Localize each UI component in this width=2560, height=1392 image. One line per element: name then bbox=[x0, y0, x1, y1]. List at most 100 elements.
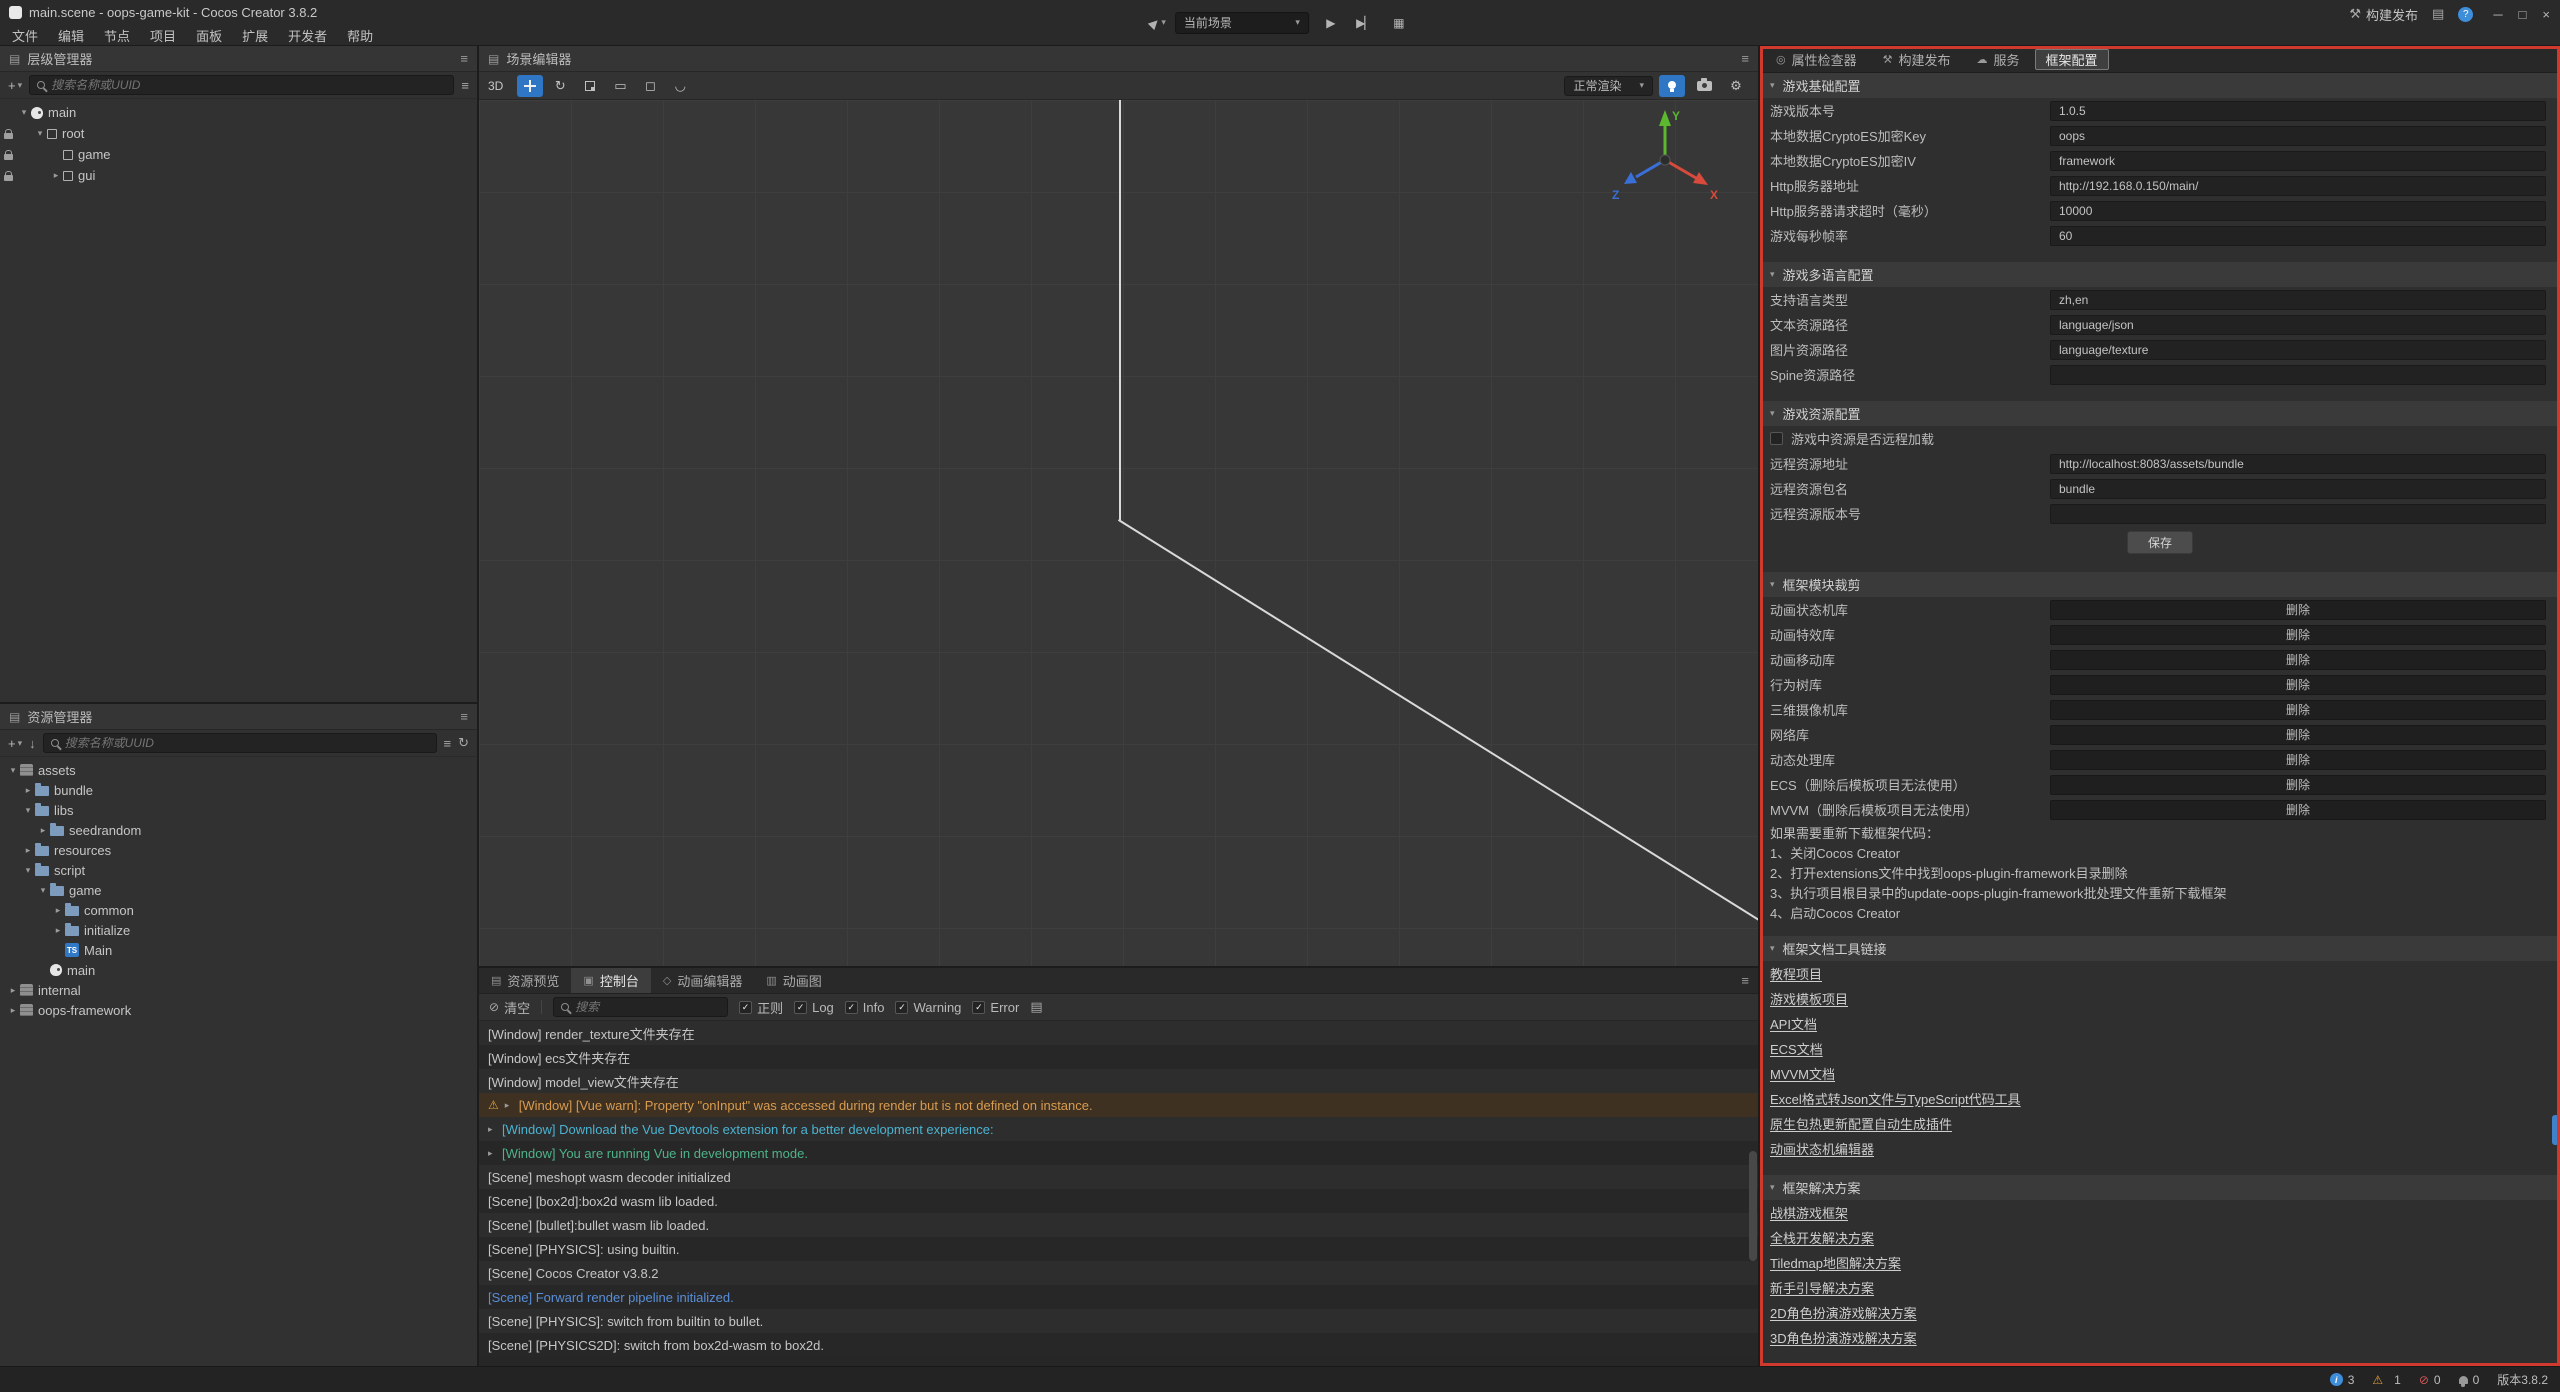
menu-item[interactable]: 开发者 bbox=[278, 25, 337, 46]
move-tool-button[interactable] bbox=[517, 75, 543, 97]
preview-platform-button[interactable]: ▶ ▾ bbox=[1149, 16, 1166, 30]
refresh-icon[interactable]: ↻ bbox=[458, 735, 469, 751]
asset-node[interactable]: ▾libs bbox=[0, 800, 477, 820]
inspector-tab-框架配置[interactable]: 框架配置 bbox=[2035, 49, 2109, 70]
console-tab-动画图[interactable]: ▥动画图 bbox=[754, 968, 833, 993]
delete-button[interactable]: 删除 bbox=[2050, 775, 2546, 795]
render-mode-select[interactable]: 正常渲染 ▾ bbox=[1564, 76, 1653, 96]
checkbox[interactable]: ✓ bbox=[895, 1001, 908, 1014]
close-button[interactable]: × bbox=[2542, 7, 2550, 22]
add-node-button[interactable]: + ▾ bbox=[8, 78, 22, 93]
layout-button[interactable]: ▦ bbox=[1386, 12, 1411, 34]
menu-item[interactable]: 文件 bbox=[2, 25, 48, 46]
section-header[interactable]: ▾框架文档工具链接 bbox=[1760, 936, 2560, 961]
light-toggle-button[interactable] bbox=[1659, 75, 1685, 97]
help-icon[interactable]: ? bbox=[2458, 7, 2473, 22]
property-input[interactable] bbox=[2050, 176, 2546, 196]
property-input[interactable] bbox=[2050, 226, 2546, 246]
inspector-tab-服务[interactable]: ☁服务 bbox=[1966, 49, 2031, 70]
delete-button[interactable]: 删除 bbox=[2050, 800, 2546, 820]
mode-3d-button[interactable]: 3D bbox=[488, 79, 503, 93]
property-input[interactable] bbox=[2050, 504, 2546, 524]
menu-item[interactable]: 帮助 bbox=[337, 25, 383, 46]
asset-node[interactable]: ▸bundle bbox=[0, 780, 477, 800]
expand-arrow-icon[interactable]: ▸ bbox=[51, 925, 65, 936]
console-filter-Log[interactable]: ✓Log bbox=[794, 1000, 834, 1015]
doc-link[interactable]: 教程项目 bbox=[1770, 961, 1822, 986]
scene-menu-icon[interactable]: ≡ bbox=[1741, 51, 1749, 66]
menu-item[interactable]: 项目 bbox=[140, 25, 186, 46]
doc-link[interactable]: ECS文档 bbox=[1770, 1036, 1823, 1061]
menu-item[interactable]: 扩展 bbox=[232, 25, 278, 46]
notification-counter[interactable]: 0 bbox=[2459, 1373, 2480, 1387]
section-header[interactable]: ▾游戏多语言配置 bbox=[1760, 262, 2560, 287]
console-filter-正则[interactable]: ✓正则 bbox=[739, 998, 783, 1017]
solution-link[interactable]: 全栈开发解决方案 bbox=[1770, 1225, 1874, 1250]
build-publish-button[interactable]: ⚒ 构建发布 bbox=[2349, 5, 2418, 24]
checkbox[interactable]: ✓ bbox=[845, 1001, 858, 1014]
export-log-icon[interactable]: ▤ bbox=[1030, 999, 1042, 1015]
expand-arrow-icon[interactable]: ▸ bbox=[6, 1005, 20, 1016]
console-search-input[interactable] bbox=[575, 1000, 720, 1014]
checkbox[interactable]: ✓ bbox=[972, 1001, 985, 1014]
doc-link[interactable]: 原生包热更新配置自动生成插件 bbox=[1770, 1111, 1952, 1136]
rect-tool-button[interactable]: ▭ bbox=[607, 75, 633, 97]
console-filter-Error[interactable]: ✓Error bbox=[972, 1000, 1019, 1015]
doc-link[interactable]: 游戏模板项目 bbox=[1770, 986, 1848, 1011]
snapshot-icon[interactable]: ▤ bbox=[2432, 6, 2444, 22]
asset-node[interactable]: ▸common bbox=[0, 900, 477, 920]
scene-select[interactable]: 当前场景 ▾ bbox=[1175, 12, 1309, 34]
assets-search-input[interactable] bbox=[65, 736, 429, 750]
doc-link[interactable]: 动画状态机编辑器 bbox=[1770, 1136, 1874, 1161]
add-asset-button[interactable]: + ▾ bbox=[8, 736, 22, 751]
log-row[interactable]: [Scene] [bullet]:bullet wasm lib loaded. bbox=[479, 1213, 1758, 1237]
expand-arrow-icon[interactable]: ▸ bbox=[51, 905, 65, 916]
property-input[interactable] bbox=[2050, 454, 2546, 474]
gizmo-pivot-button[interactable]: ◻ bbox=[637, 75, 663, 97]
step-button[interactable]: ▶▏ bbox=[1352, 12, 1377, 34]
delete-button[interactable]: 删除 bbox=[2050, 625, 2546, 645]
expand-arrow-icon[interactable]: ▸ bbox=[21, 845, 35, 856]
log-row[interactable]: [Window] ecs文件夹存在 bbox=[479, 1045, 1758, 1069]
log-row[interactable]: ▸[Window] You are running Vue in develop… bbox=[479, 1141, 1758, 1165]
solution-link[interactable]: 3D角色扮演游戏解决方案 bbox=[1770, 1325, 1917, 1350]
property-input[interactable] bbox=[2050, 340, 2546, 360]
lock-icon[interactable] bbox=[4, 133, 13, 139]
log-row[interactable]: [Scene] [PHYSICS]: switch from builtin t… bbox=[479, 1309, 1758, 1333]
inspector-tab-构建发布[interactable]: ⚒构建发布 bbox=[1872, 49, 1962, 70]
minimize-button[interactable]: ─ bbox=[2493, 7, 2502, 22]
section-header[interactable]: ▾框架解决方案 bbox=[1760, 1175, 2560, 1200]
log-row[interactable]: [Scene] meshopt wasm decoder initialized bbox=[479, 1165, 1758, 1189]
asset-node[interactable]: ▾script bbox=[0, 860, 477, 880]
collapse-arrow-icon[interactable]: ▸ bbox=[488, 1124, 502, 1135]
menu-item[interactable]: 节点 bbox=[94, 25, 140, 46]
maximize-button[interactable]: □ bbox=[2519, 7, 2527, 22]
hierarchy-menu-icon[interactable]: ≡ bbox=[460, 51, 468, 66]
rotate-tool-button[interactable]: ↻ bbox=[547, 75, 573, 97]
log-row[interactable]: ▸[Window] Download the Vue Devtools exte… bbox=[479, 1117, 1758, 1141]
console-scrollbar[interactable] bbox=[1749, 1151, 1757, 1261]
section-header[interactable]: ▾游戏基础配置 bbox=[1760, 73, 2560, 98]
console-tab-控制台[interactable]: ▣控制台 bbox=[571, 968, 650, 993]
expand-arrow-icon[interactable]: ▾ bbox=[21, 865, 35, 876]
asset-node[interactable]: ▸initialize bbox=[0, 920, 477, 940]
inspector-scrollbar[interactable] bbox=[2552, 1115, 2559, 1145]
asset-node[interactable]: ▸resources bbox=[0, 840, 477, 860]
hierarchy-node[interactable]: ▸gui bbox=[0, 165, 477, 186]
property-input[interactable] bbox=[2050, 365, 2546, 385]
lock-icon[interactable] bbox=[4, 154, 13, 160]
log-row[interactable]: [Scene] [PHYSICS2D]: switch from box2d-w… bbox=[479, 1333, 1758, 1357]
asset-node[interactable]: main bbox=[0, 960, 477, 980]
asset-node[interactable]: ▾game bbox=[0, 880, 477, 900]
console-tab-动画编辑器[interactable]: ◇动画编辑器 bbox=[651, 968, 754, 993]
section-header[interactable]: ▾框架模块裁剪 bbox=[1760, 572, 2560, 597]
console-menu-icon[interactable]: ≡ bbox=[1741, 973, 1749, 988]
filter-icon[interactable]: ≡ bbox=[461, 78, 469, 93]
hierarchy-search-input[interactable] bbox=[51, 78, 446, 92]
hierarchy-node[interactable]: ▾root bbox=[0, 123, 477, 144]
expand-arrow-icon[interactable]: ▾ bbox=[36, 885, 50, 896]
camera-view-button[interactable] bbox=[1691, 75, 1717, 97]
property-input[interactable] bbox=[2050, 201, 2546, 221]
log-row[interactable]: [Scene] [box2d]:box2d wasm lib loaded. bbox=[479, 1189, 1758, 1213]
hierarchy-node[interactable]: game bbox=[0, 144, 477, 165]
